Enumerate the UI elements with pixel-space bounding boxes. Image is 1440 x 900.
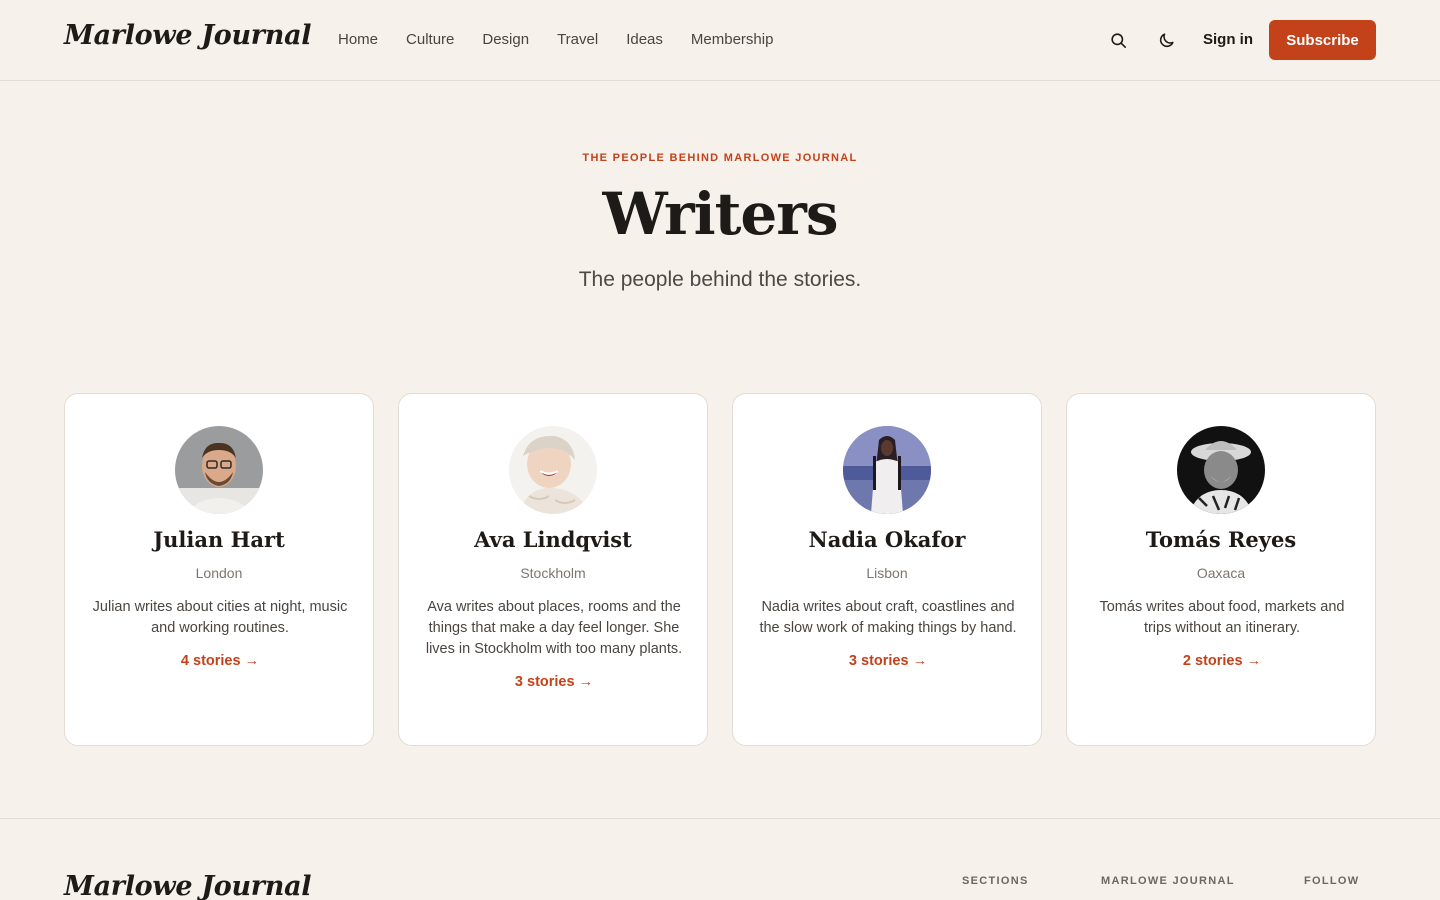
writer-stories-link[interactable]: 3 stories → [759, 651, 1017, 672]
theme-toggle-button[interactable] [1153, 27, 1179, 53]
writer-location: Oaxaca [1196, 565, 1246, 581]
avatar[interactable] [1177, 426, 1265, 514]
writer-name[interactable]: Tomás Reyes [1067, 527, 1375, 552]
writer-card[interactable]: Julian Hart London Julian writes about c… [64, 393, 374, 746]
writer-bio-block: Julian writes about cities at night, mus… [91, 597, 349, 672]
avatar[interactable] [175, 426, 263, 514]
site-footer: Marlowe Journal SECTIONS MARLOWE JOURNAL… [0, 818, 1440, 900]
writer-bio-block: Ava writes about places, rooms and the t… [425, 597, 683, 693]
writer-bio: Tomás writes about food, markets and tri… [1099, 599, 1345, 636]
search-icon [1110, 32, 1126, 48]
avatar[interactable] [509, 426, 597, 514]
writer-photo [509, 426, 597, 514]
writers-grid: Julian Hart London Julian writes about c… [64, 393, 1376, 746]
writer-stories-link[interactable]: 4 stories → [91, 651, 349, 672]
nav-link-ideas[interactable]: Ideas [626, 31, 663, 48]
writer-card[interactable]: Nadia Okafor Lisbon Nadia writes about c… [732, 393, 1042, 746]
page-title: Writers [602, 180, 838, 248]
site-logo[interactable]: Marlowe Journal [64, 20, 312, 51]
writer-stories-link[interactable]: 3 stories → [425, 672, 683, 693]
writer-name[interactable]: Julian Hart [65, 527, 373, 552]
page-subtitle: The people behind the stories. [578, 268, 862, 291]
writer-name[interactable]: Nadia Okafor [733, 527, 1041, 552]
writer-card[interactable]: Ava Lindqvist Stockholm Ava writes about… [398, 393, 708, 746]
moon-icon [1159, 32, 1174, 47]
writer-location: Lisbon [866, 565, 908, 581]
writer-bio-block: Nadia writes about craft, coastlines and… [759, 597, 1017, 672]
nav-link-design[interactable]: Design [482, 31, 529, 48]
nav-link-membership[interactable]: Membership [691, 31, 774, 48]
writer-bio: Nadia writes about craft, coastlines and… [759, 599, 1017, 636]
footer-heading-journal: MARLOWE JOURNAL [1101, 875, 1235, 887]
nav-link-travel[interactable]: Travel [557, 31, 598, 48]
writer-photo [1177, 426, 1265, 514]
avatar[interactable] [843, 426, 931, 514]
writer-bio: Ava writes about places, rooms and the t… [425, 599, 683, 657]
writer-card[interactable]: Tomás Reyes Oaxaca Tomás writes about fo… [1066, 393, 1376, 746]
writer-stories-link[interactable]: 2 stories → [1093, 651, 1351, 672]
footer-heading-sections: SECTIONS [962, 875, 1029, 887]
search-button[interactable] [1105, 27, 1131, 53]
writer-name[interactable]: Ava Lindqvist [399, 527, 707, 552]
writer-location: Stockholm [520, 565, 586, 581]
writer-bio-block: Tomás writes about food, markets and tri… [1093, 597, 1351, 672]
main-nav: Home Culture Design Travel Ideas Members… [338, 31, 801, 48]
nav-link-culture[interactable]: Culture [406, 31, 454, 48]
sign-in-link[interactable]: Sign in [1203, 31, 1253, 48]
subscribe-button[interactable]: Subscribe [1269, 20, 1376, 60]
nav-link-home[interactable]: Home [338, 31, 378, 48]
site-header: Marlowe Journal Home Culture Design Trav… [0, 0, 1440, 81]
writer-photo [175, 426, 263, 514]
page-eyebrow: THE PEOPLE BEHIND MARLOWE JOURNAL [582, 152, 858, 164]
writer-location: London [195, 565, 243, 581]
writer-bio: Julian writes about cities at night, mus… [92, 599, 348, 636]
footer-heading-follow: FOLLOW [1304, 875, 1360, 887]
footer-logo[interactable]: Marlowe Journal [64, 871, 312, 900]
writer-photo [843, 426, 931, 514]
